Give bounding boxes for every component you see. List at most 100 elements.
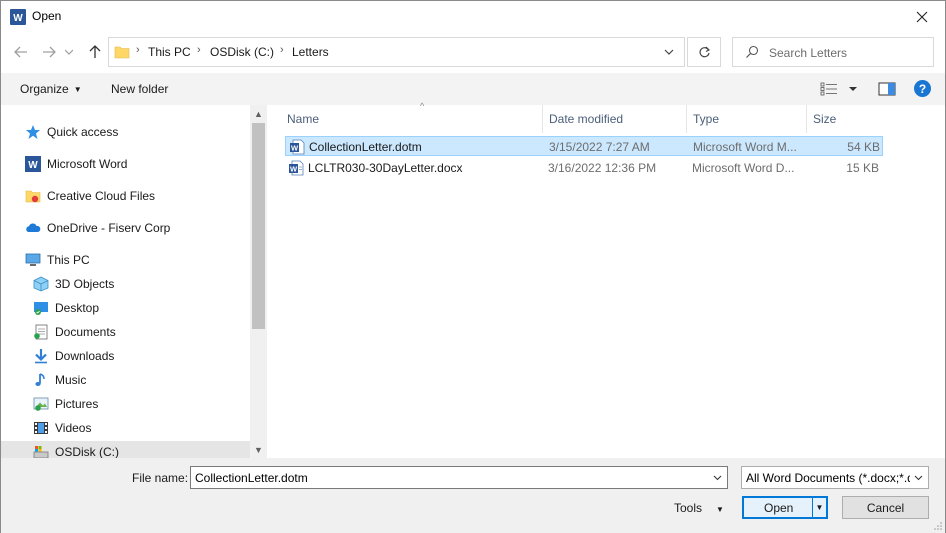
open-dialog: W Open › This PC › OSDisk (C:) › Letters… (0, 0, 946, 533)
sidebar-item-quick-access[interactable]: Quick access (25, 121, 118, 143)
column-label: Size (813, 112, 837, 126)
sidebar-item-documents[interactable]: Documents (33, 321, 116, 343)
refresh-icon (698, 46, 710, 57)
column-header-date-modified[interactable]: Date modified (543, 105, 687, 133)
window-title: Open (32, 9, 62, 23)
scrollbar-thumb[interactable] (252, 123, 265, 329)
breadcrumb-separator: › (136, 44, 140, 56)
sidebar-item-3d-objects[interactable]: 3D Objects (33, 273, 114, 295)
file-name-input[interactable]: CollectionLetter.dotm (190, 466, 728, 489)
breadcrumb-separator: › (197, 44, 201, 56)
sidebar-item-label: Music (55, 373, 87, 387)
sidebar-item-pictures[interactable]: Pictures (33, 393, 98, 415)
music-icon (35, 373, 45, 386)
file-row[interactable]: W CollectionLetter.dotm 3/15/2022 7:27 A… (285, 136, 883, 156)
scroll-down-icon[interactable]: ▼ (250, 441, 267, 458)
navigation-bar: › This PC › OSDisk (C:) › Letters (1, 34, 945, 70)
open-button-label: Open (764, 501, 794, 515)
chevron-down-icon[interactable] (712, 472, 723, 483)
download-icon (35, 349, 47, 364)
caret-down-icon[interactable]: ▼ (716, 505, 724, 514)
svg-text:W: W (291, 144, 299, 153)
svg-text:W: W (290, 165, 298, 174)
svg-text:W: W (28, 160, 38, 171)
word-template-icon: W (290, 139, 305, 155)
video-icon (34, 422, 48, 434)
column-header-name[interactable]: ^ Name (281, 101, 543, 133)
scroll-up-icon[interactable]: ▲ (250, 105, 267, 122)
new-folder-button[interactable]: New folder (111, 82, 168, 96)
organize-button[interactable]: Organize ▼ (20, 82, 82, 96)
sidebar-item-downloads[interactable]: Downloads (33, 345, 114, 367)
sidebar-item-label: OneDrive - Fiserv Corp (47, 221, 171, 235)
sidebar-item-label: Quick access (47, 125, 119, 139)
pictures-icon (33, 397, 49, 411)
search-icon (746, 45, 759, 58)
open-options-caret-icon[interactable]: ▼ (812, 498, 826, 517)
folder-icon (114, 46, 130, 59)
file-name-value: CollectionLetter.dotm (195, 471, 308, 485)
forward-button[interactable] (39, 42, 59, 62)
star-icon (26, 125, 40, 139)
navigation-pane: Quick access W Microsoft Word Creative C… (1, 105, 268, 458)
file-row[interactable]: W LCLTR030-30DayLetter.docx 3/16/2022 12… (285, 158, 883, 178)
cloud-icon (26, 223, 41, 232)
sidebar-item-label: OSDisk (C:) (55, 445, 119, 458)
sidebar-item-label: Downloads (55, 349, 115, 363)
search-box[interactable] (732, 37, 934, 67)
breadcrumb-letters[interactable]: Letters (292, 45, 329, 59)
file-size: 15 KB (846, 161, 879, 175)
close-icon (916, 11, 928, 22)
refresh-button[interactable] (687, 37, 721, 67)
sidebar-item-desktop[interactable]: Desktop (33, 297, 99, 319)
column-label: Type (693, 112, 720, 126)
arrow-up-icon (89, 45, 101, 58)
breadcrumb-separator: › (280, 44, 284, 56)
chevron-down-icon (65, 49, 73, 55)
resize-grip-icon[interactable] (933, 521, 943, 531)
column-header-type[interactable]: Type (687, 105, 807, 133)
breadcrumb-this-pc[interactable]: This PC (148, 45, 191, 59)
sidebar-scrollbar[interactable]: ▲ ▼ (250, 105, 267, 458)
word-icon: W (25, 156, 41, 172)
address-bar[interactable]: › This PC › OSDisk (C:) › Letters (108, 37, 685, 67)
sidebar-item-this-pc[interactable]: This PC (25, 249, 90, 271)
sidebar-item-creative-cloud[interactable]: Creative Cloud Files (25, 185, 155, 207)
search-input[interactable] (769, 44, 929, 62)
sidebar-item-label: Microsoft Word (47, 157, 128, 171)
file-name: LCLTR030-30DayLetter.docx (308, 161, 463, 175)
recent-locations-button[interactable] (63, 42, 75, 62)
svg-text:W: W (13, 13, 23, 24)
breadcrumb-osdisk[interactable]: OSDisk (C:) (210, 45, 274, 59)
file-type: Microsoft Word D... (692, 161, 795, 175)
open-button[interactable]: Open ▼ (742, 496, 828, 519)
sidebar-item-onedrive[interactable]: OneDrive - Fiserv Corp (25, 217, 170, 239)
tools-button[interactable]: Tools (674, 501, 702, 515)
back-button[interactable] (11, 42, 31, 62)
cancel-button[interactable]: Cancel (842, 496, 929, 519)
column-header-size[interactable]: Size (807, 105, 887, 133)
help-button[interactable]: ? (914, 80, 931, 97)
sidebar-item-music[interactable]: Music (33, 369, 86, 391)
preview-pane-button[interactable] (878, 81, 896, 97)
arrow-right-icon (43, 46, 56, 58)
help-icon: ? (918, 81, 927, 96)
word-icon: W (10, 9, 26, 25)
view-list-icon (820, 82, 857, 96)
sidebar-item-osdisk[interactable]: OSDisk (C:) (1, 441, 250, 458)
close-button[interactable] (899, 1, 945, 32)
chevron-down-icon[interactable] (662, 45, 676, 59)
change-view-button[interactable] (820, 80, 862, 98)
sidebar-item-videos[interactable]: Videos (33, 417, 91, 439)
file-name-label: File name: (132, 471, 189, 485)
up-button[interactable] (85, 42, 105, 62)
file-list: ^ Name Date modified Type Size W Collect… (269, 101, 945, 458)
sidebar-item-microsoft-word[interactable]: W Microsoft Word (25, 153, 127, 175)
sidebar-item-label: Pictures (55, 397, 99, 411)
organize-label: Organize (20, 82, 69, 96)
creative-cloud-icon (25, 190, 41, 203)
title-bar: W Open (1, 1, 945, 32)
file-type-filter-value: All Word Documents (*.docx;*.d (746, 471, 910, 485)
file-type-filter-select[interactable]: All Word Documents (*.docx;*.d (741, 466, 929, 489)
preview-pane-icon (878, 82, 896, 96)
